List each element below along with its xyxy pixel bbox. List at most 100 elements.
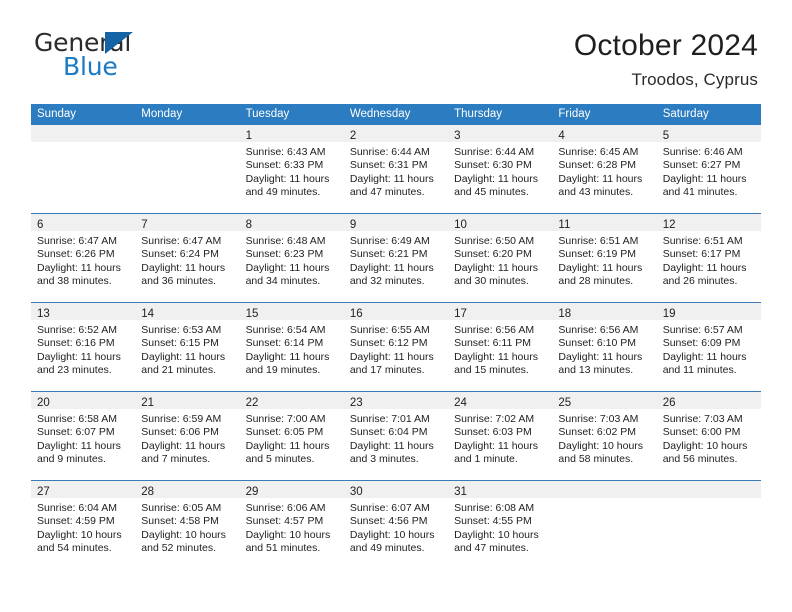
sunset-text: Sunset: 6:05 PM bbox=[245, 426, 324, 439]
daylight-text-line1: Daylight: 11 hours bbox=[141, 439, 226, 452]
day-number: 3 bbox=[454, 130, 461, 142]
sunrise-text: Sunrise: 6:53 AM bbox=[141, 324, 222, 336]
daylight-text-line1: Daylight: 11 hours bbox=[454, 439, 538, 452]
daylight-text-line1: Daylight: 11 hours bbox=[558, 261, 643, 274]
sunset-text: Sunset: 4:56 PM bbox=[349, 515, 428, 528]
daylight-text-line1: Daylight: 10 hours bbox=[454, 528, 539, 541]
calendar-cell-day[interactable]: 7 Sunrise: 6:47 AM Sunset: 6:24 PM Daylight… bbox=[135, 213, 240, 303]
day-number: 1 bbox=[245, 130, 252, 142]
calendar-cell-day[interactable]: 19 Sunrise: 6:57 AM Sunset: 6:09 PM Dayligh… bbox=[656, 302, 761, 392]
calendar-cell-day[interactable]: 21 Sunrise: 6:59 AM Sunset: 6:06 PM Dayligh… bbox=[135, 391, 240, 481]
daylight-text-line1: Daylight: 11 hours bbox=[245, 439, 330, 452]
daylight-text-line1: Daylight: 11 hours bbox=[349, 172, 434, 185]
calendar-cell-day[interactable]: 3 Sunrise: 6:44 AM Sunset: 6:30 PM Daylight… bbox=[448, 125, 553, 214]
daylight-text-line1: Daylight: 11 hours bbox=[558, 350, 643, 363]
day-number-band: 11 bbox=[552, 214, 657, 231]
calendar-cell-day[interactable]: 9 Sunrise: 6:49 AM Sunset: 6:21 PM Daylight… bbox=[343, 213, 449, 303]
day-details: Sunrise: 6:56 AM Sunset: 6:11 PM Daylight:… bbox=[448, 320, 552, 378]
calendar-cell-day[interactable]: 4 Sunrise: 6:45 AM Sunset: 6:28 PM Daylight… bbox=[552, 125, 657, 214]
sunset-text: Sunset: 6:16 PM bbox=[37, 337, 115, 350]
calendar-cell-day[interactable]: 30 Sunrise: 6:07 AM Sunset: 4:56 PM Dayligh… bbox=[343, 480, 449, 569]
calendar-cell-day[interactable]: 15 Sunrise: 6:54 AM Sunset: 6:14 PM Dayligh… bbox=[239, 302, 344, 392]
page-title: October 2024 bbox=[573, 29, 758, 62]
sunset-text: Sunset: 6:20 PM bbox=[454, 248, 532, 261]
day-details: Sunrise: 6:52 AM Sunset: 6:16 PM Daylight:… bbox=[31, 320, 135, 378]
calendar-cell-day[interactable]: 16 Sunrise: 6:55 AM Sunset: 6:12 PM Dayligh… bbox=[343, 302, 449, 392]
calendar-cell-day[interactable]: 25 Sunrise: 7:03 AM Sunset: 6:02 PM Dayligh… bbox=[552, 391, 657, 481]
calendar-cell-day[interactable]: 28 Sunrise: 6:05 AM Sunset: 4:58 PM Dayligh… bbox=[135, 480, 240, 569]
sunset-text: Sunset: 6:19 PM bbox=[558, 248, 637, 261]
calendar-cell-day[interactable]: 31 Sunrise: 6:08 AM Sunset: 4:55 PM Dayligh… bbox=[448, 480, 553, 569]
calendar-cell-day[interactable]: 22 Sunrise: 7:00 AM Sunset: 6:05 PM Dayligh… bbox=[239, 391, 344, 481]
day-number: 6 bbox=[37, 219, 44, 231]
sunset-text: Sunset: 6:27 PM bbox=[662, 159, 741, 172]
daylight-text-line1: Daylight: 11 hours bbox=[245, 350, 330, 363]
calendar-week-row: 20 Sunrise: 6:58 AM Sunset: 6:07 PM Dayligh… bbox=[31, 391, 761, 481]
day-number-band: 27 bbox=[31, 481, 136, 498]
sunset-text: Sunset: 6:15 PM bbox=[141, 337, 219, 350]
daylight-text-line1: Daylight: 11 hours bbox=[349, 350, 434, 363]
sunrise-text: Sunrise: 6:44 AM bbox=[454, 146, 535, 158]
daylight-text-line2: and 34 minutes. bbox=[245, 275, 321, 288]
day-details: Sunrise: 6:56 AM Sunset: 6:10 PM Daylight:… bbox=[552, 320, 656, 378]
calendar-cell-day[interactable]: 2 Sunrise: 6:44 AM Sunset: 6:31 PM Daylight… bbox=[343, 125, 449, 214]
calendar-cell-day[interactable]: 1 Sunrise: 6:43 AM Sunset: 6:33 PM Daylight… bbox=[239, 125, 344, 214]
calendar-cell-empty bbox=[552, 480, 657, 569]
sunrise-text: Sunrise: 6:45 AM bbox=[558, 146, 639, 158]
day-number: 26 bbox=[662, 397, 676, 409]
day-number: 4 bbox=[558, 130, 565, 142]
day-number-band: 26 bbox=[656, 392, 761, 409]
sunset-text: Sunset: 6:11 PM bbox=[454, 337, 531, 350]
sunrise-text: Sunrise: 6:48 AM bbox=[245, 235, 326, 247]
calendar-cell-day[interactable]: 5 Sunrise: 6:46 AM Sunset: 6:27 PM Daylight… bbox=[656, 125, 761, 214]
day-number-band: 1 bbox=[239, 125, 344, 142]
day-number-band: 4 bbox=[552, 125, 657, 142]
sunset-text: Sunset: 6:14 PM bbox=[245, 337, 324, 350]
daylight-text-line2: and 58 minutes. bbox=[558, 453, 634, 466]
daylight-text-line1: Daylight: 11 hours bbox=[454, 172, 538, 185]
day-details: Sunrise: 6:57 AM Sunset: 6:09 PM Daylight:… bbox=[657, 320, 761, 378]
calendar-cell-day[interactable]: 17 Sunrise: 6:56 AM Sunset: 6:11 PM Dayligh… bbox=[448, 302, 553, 392]
day-number-band: 15 bbox=[239, 303, 344, 320]
daylight-text-line1: Daylight: 10 hours bbox=[349, 528, 435, 541]
sunrise-text: Sunrise: 6:49 AM bbox=[349, 235, 430, 247]
sunrise-text: Sunrise: 6:57 AM bbox=[662, 324, 743, 336]
sunrise-text: Sunrise: 6:51 AM bbox=[558, 235, 639, 247]
sunrise-text: Sunrise: 6:08 AM bbox=[454, 502, 535, 514]
day-details: Sunrise: 6:44 AM Sunset: 6:30 PM Daylight:… bbox=[448, 142, 552, 200]
calendar-cell-day[interactable]: 24 Sunrise: 7:02 AM Sunset: 6:03 PM Dayligh… bbox=[448, 391, 553, 481]
day-details: Sunrise: 6:48 AM Sunset: 6:23 PM Daylight:… bbox=[240, 231, 344, 289]
calendar-cell-day[interactable]: 23 Sunrise: 7:01 AM Sunset: 6:04 PM Dayligh… bbox=[343, 391, 449, 481]
calendar-cell-day[interactable]: 29 Sunrise: 6:06 AM Sunset: 4:57 PM Dayligh… bbox=[239, 480, 344, 569]
calendar-cell-day[interactable]: 27 Sunrise: 6:04 AM Sunset: 4:59 PM Dayligh… bbox=[31, 480, 136, 569]
calendar-cell-day[interactable]: 20 Sunrise: 6:58 AM Sunset: 6:07 PM Dayligh… bbox=[31, 391, 136, 481]
sunrise-text: Sunrise: 7:01 AM bbox=[349, 413, 430, 425]
calendar-cell-day[interactable]: 8 Sunrise: 6:48 AM Sunset: 6:23 PM Daylight… bbox=[239, 213, 344, 303]
calendar-cell-empty bbox=[135, 125, 240, 214]
sunset-text: Sunset: 6:33 PM bbox=[245, 159, 324, 172]
day-details bbox=[657, 498, 761, 502]
calendar-cell-day[interactable]: 6 Sunrise: 6:47 AM Sunset: 6:26 PM Daylight… bbox=[31, 213, 136, 303]
logo-triangle-icon bbox=[105, 32, 133, 54]
calendar-week-row: 13 Sunrise: 6:52 AM Sunset: 6:16 PM Dayligh… bbox=[31, 302, 761, 392]
sunrise-text: Sunrise: 6:47 AM bbox=[37, 235, 117, 247]
day-number-band bbox=[31, 125, 136, 142]
calendar-cell-day[interactable]: 26 Sunrise: 7:03 AM Sunset: 6:00 PM Dayligh… bbox=[656, 391, 761, 481]
calendar-cell-day[interactable]: 10 Sunrise: 6:50 AM Sunset: 6:20 PM Dayligh… bbox=[448, 213, 553, 303]
calendar-cell-day[interactable]: 14 Sunrise: 6:53 AM Sunset: 6:15 PM Dayligh… bbox=[135, 302, 240, 392]
day-details: Sunrise: 6:58 AM Sunset: 6:07 PM Daylight:… bbox=[31, 409, 135, 467]
calendar-cell-day[interactable]: 12 Sunrise: 6:51 AM Sunset: 6:17 PM Dayligh… bbox=[656, 213, 761, 303]
sunrise-text: Sunrise: 6:59 AM bbox=[141, 413, 222, 425]
general-blue-logo[interactable]: General Blue bbox=[34, 30, 224, 90]
calendar-cell-day[interactable]: 11 Sunrise: 6:51 AM Sunset: 6:19 PM Dayligh… bbox=[552, 213, 657, 303]
day-number-band: 14 bbox=[135, 303, 240, 320]
day-details: Sunrise: 7:01 AM Sunset: 6:04 PM Daylight:… bbox=[344, 409, 448, 467]
calendar-cell-day[interactable]: 13 Sunrise: 6:52 AM Sunset: 6:16 PM Dayligh… bbox=[31, 302, 136, 392]
weekday-header-friday: Friday bbox=[552, 104, 657, 125]
day-number-band: 5 bbox=[656, 125, 761, 142]
title-block: October 2024 Troodos, Cyprus bbox=[574, 28, 758, 90]
day-number: 21 bbox=[141, 397, 155, 409]
calendar-cell-day[interactable]: 18 Sunrise: 6:56 AM Sunset: 6:10 PM Dayligh… bbox=[552, 302, 657, 392]
day-details bbox=[31, 142, 135, 146]
day-number-band: 9 bbox=[343, 214, 449, 231]
